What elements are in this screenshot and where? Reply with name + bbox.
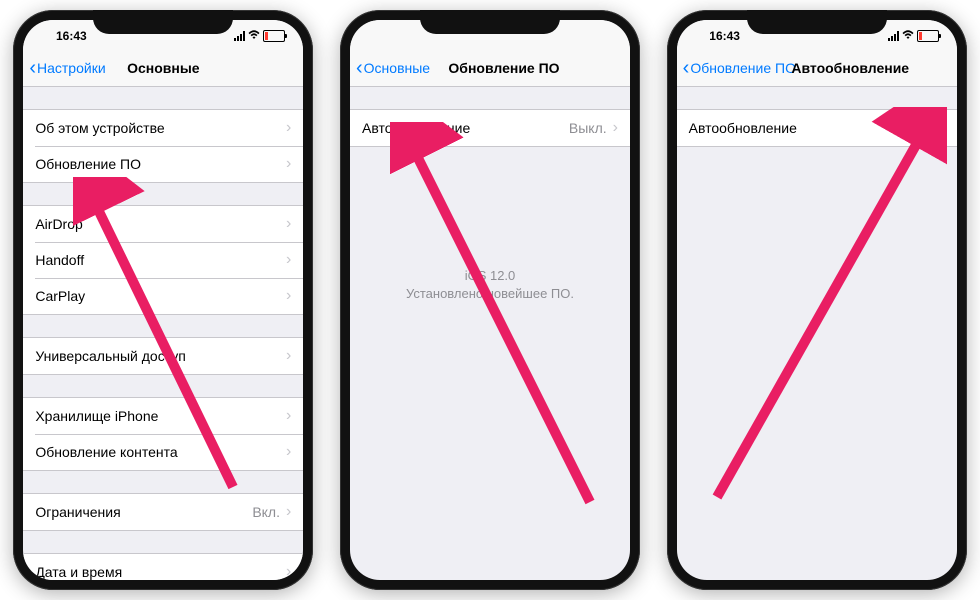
chevron-right-icon: › (286, 287, 291, 305)
nav-title: Автообновление (791, 60, 909, 76)
content: Автообновление (677, 87, 957, 580)
screen: 16:43 ‹ Настройки Основные (23, 20, 303, 580)
status-time: 16:43 (41, 29, 101, 43)
phone-frame: 16:43 ‹ Обновление ПО Автообновление (667, 10, 967, 590)
row-label: Автообновление (689, 120, 797, 136)
update-message: Установлено новейшее ПО. (350, 285, 630, 303)
settings-list[interactable]: Об этом устройстве › Обновление ПО › Air… (23, 87, 303, 580)
signal-icon (234, 31, 245, 41)
chevron-right-icon: › (286, 407, 291, 425)
row-value: Вкл. (252, 504, 280, 520)
row-airdrop[interactable]: AirDrop › (23, 206, 303, 242)
row-handoff[interactable]: Handoff › (23, 242, 303, 278)
row-label: Обновление контента (35, 444, 177, 460)
update-status: iOS 12.0 Установлено новейшее ПО. (350, 267, 630, 303)
phone-frame: ‹ Основные Обновление ПО Автообновление … (340, 10, 640, 590)
battery-icon (917, 30, 939, 42)
status-time: 16:43 (695, 29, 755, 43)
chevron-left-icon: ‹ (29, 58, 36, 78)
content: Автообновление Выкл. › iOS 12.0 Установле… (350, 87, 630, 580)
chevron-right-icon: › (286, 503, 291, 521)
chevron-right-icon: › (286, 347, 291, 365)
row-label: CarPlay (35, 288, 85, 304)
row-label: Автообновление (362, 120, 470, 136)
back-label: Обновление ПО (690, 60, 796, 76)
annotation-arrow (707, 107, 947, 507)
annotation-arrow (390, 122, 600, 512)
row-value: Выкл. (569, 120, 607, 136)
battery-icon (263, 30, 285, 42)
row-about[interactable]: Об этом устройстве › (23, 110, 303, 146)
nav-bar: ‹ Обновление ПО Автообновление (677, 50, 957, 87)
chevron-right-icon: › (286, 563, 291, 580)
chevron-right-icon: › (286, 443, 291, 461)
toggle-switch[interactable] (903, 116, 945, 140)
chevron-left-icon: ‹ (683, 58, 690, 78)
back-button[interactable]: ‹ Обновление ПО (683, 58, 796, 78)
screen: 16:43 ‹ Обновление ПО Автообновление (677, 20, 957, 580)
row-carplay[interactable]: CarPlay › (23, 278, 303, 314)
notch (420, 10, 560, 34)
back-button[interactable]: ‹ Основные (356, 58, 430, 78)
row-label: Дата и время (35, 564, 122, 580)
row-iphone-storage[interactable]: Хранилище iPhone › (23, 398, 303, 434)
nav-title: Основные (127, 60, 200, 76)
back-label: Настройки (37, 60, 106, 76)
chevron-left-icon: ‹ (356, 58, 363, 78)
status-indicators (225, 30, 285, 43)
back-label: Основные (364, 60, 430, 76)
phone-frame: 16:43 ‹ Настройки Основные (13, 10, 313, 590)
chevron-right-icon: › (286, 119, 291, 137)
screen: ‹ Основные Обновление ПО Автообновление … (350, 20, 630, 580)
row-label: Обновление ПО (35, 156, 141, 172)
notch (747, 10, 887, 34)
ios-version: iOS 12.0 (350, 267, 630, 285)
signal-icon (888, 31, 899, 41)
wifi-icon (902, 30, 914, 43)
row-label: Handoff (35, 252, 84, 268)
chevron-right-icon: › (286, 251, 291, 269)
nav-bar: ‹ Основные Обновление ПО (350, 50, 630, 87)
row-label: Хранилище iPhone (35, 408, 158, 424)
chevron-right-icon: › (286, 215, 291, 233)
row-background-refresh[interactable]: Обновление контента › (23, 434, 303, 470)
row-date-time[interactable]: Дата и время › (23, 554, 303, 580)
wifi-icon (248, 30, 260, 43)
row-label: Об этом устройстве (35, 120, 164, 136)
chevron-right-icon: › (286, 155, 291, 173)
row-auto-update[interactable]: Автообновление Выкл. › (350, 110, 630, 146)
row-accessibility[interactable]: Универсальный доступ › (23, 338, 303, 374)
notch (93, 10, 233, 34)
nav-bar: ‹ Настройки Основные (23, 50, 303, 87)
row-software-update[interactable]: Обновление ПО › (23, 146, 303, 182)
row-auto-update-toggle[interactable]: Автообновление (677, 110, 957, 146)
back-button[interactable]: ‹ Настройки (29, 58, 105, 78)
row-label: AirDrop (35, 216, 82, 232)
row-restrictions[interactable]: Ограничения Вкл. › (23, 494, 303, 530)
row-label: Универсальный доступ (35, 348, 186, 364)
nav-title: Обновление ПО (448, 60, 559, 76)
chevron-right-icon: › (613, 119, 618, 137)
row-label: Ограничения (35, 504, 120, 520)
status-indicators (879, 30, 939, 43)
